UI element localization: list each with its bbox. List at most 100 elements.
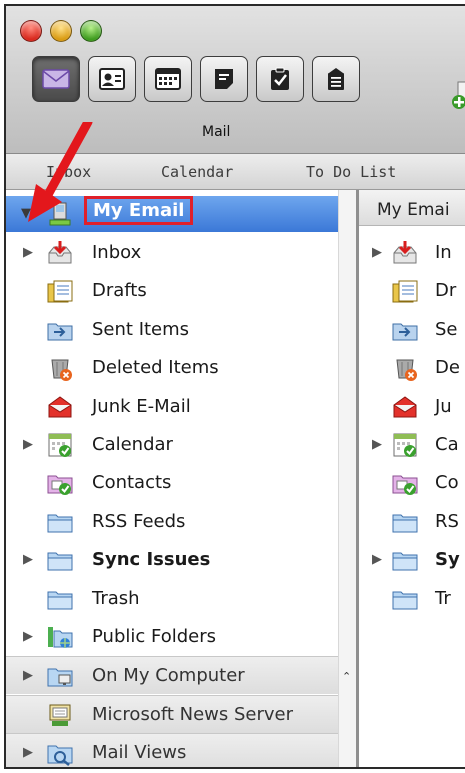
address-book-view-button[interactable]	[88, 56, 136, 102]
content-item-label: Dr	[435, 280, 457, 301]
calendar-view-button[interactable]	[144, 56, 192, 102]
news-server-icon	[46, 701, 74, 729]
folder-public-folders[interactable]: ▶ Public Folders	[6, 618, 338, 656]
mail-views-icon	[46, 739, 74, 767]
zoom-window-button[interactable]	[80, 20, 102, 42]
folder-icon	[46, 585, 74, 613]
disclosure-closed-icon[interactable]: ▶	[369, 437, 385, 452]
calendar-folder-icon	[46, 431, 74, 459]
inbox-icon	[391, 239, 419, 267]
content-item-label: Sy	[435, 549, 460, 570]
disclosure-closed-icon[interactable]: ▶	[20, 745, 36, 760]
folder-label: Sync Issues	[92, 549, 211, 570]
section-on-my-computer[interactable]: ▶ On My Computer	[6, 656, 338, 694]
folder-calendar[interactable]: ▶ Calendar	[6, 426, 338, 464]
address-book-icon	[99, 68, 125, 90]
drafts-icon	[391, 277, 419, 305]
junk-mail-icon	[391, 393, 419, 421]
sent-items-icon	[46, 316, 74, 344]
content-item-10[interactable]: Tr	[359, 580, 465, 618]
folder-icon	[46, 546, 74, 574]
deleted-items-icon	[46, 354, 74, 382]
content-item-6[interactable]: ▶ Ca	[359, 426, 465, 464]
mail-icon	[42, 69, 70, 89]
folder-sync-issues[interactable]: ▶ Sync Issues	[6, 541, 338, 579]
content-item-5[interactable]: Ju	[359, 388, 465, 426]
junk-mail-icon	[46, 393, 74, 421]
contacts-folder-icon	[46, 469, 74, 497]
content-item-2[interactable]: Dr	[359, 272, 465, 310]
content-item-1[interactable]: ▶ In	[359, 234, 465, 272]
content-item-4[interactable]: De	[359, 349, 465, 387]
disclosure-closed-icon[interactable]: ▶	[20, 668, 36, 683]
sent-items-icon	[391, 316, 419, 344]
public-folders-icon	[46, 623, 74, 651]
calendar-icon	[155, 68, 181, 90]
folder-label: Deleted Items	[92, 357, 219, 378]
content-item-label: Co	[435, 472, 459, 493]
section-mail-views[interactable]: ▶ Mail Views	[6, 733, 338, 767]
folder-label: Contacts	[92, 472, 172, 493]
tasks-view-button[interactable]	[256, 56, 304, 102]
section-label: Mail Views	[92, 742, 187, 763]
folder-label: RSS Feeds	[92, 511, 186, 532]
notes-view-button[interactable]	[200, 56, 248, 102]
folder-label: Sent Items	[92, 319, 190, 340]
inbox-icon	[46, 239, 74, 267]
folder-label: Public Folders	[92, 626, 216, 647]
annotation-arrow-icon	[28, 122, 93, 222]
scroll-up-arrow-icon[interactable]: ⌃	[342, 670, 351, 683]
content-item-label: RS	[435, 511, 459, 532]
notes-icon	[215, 69, 233, 89]
folder-trash[interactable]: Trash	[6, 580, 338, 618]
contacts-folder-icon	[391, 469, 419, 497]
content-pane: My Emai ▶ In Dr Se De Ju ▶ Ca Co RS ▶ Sy Tr	[359, 190, 465, 767]
drafts-icon	[46, 277, 74, 305]
folder-deleted-items[interactable]: Deleted Items	[6, 349, 338, 387]
mail-view-button[interactable]	[32, 56, 80, 102]
folder-label: Drafts	[92, 280, 147, 301]
disclosure-closed-icon[interactable]: ▶	[20, 629, 36, 644]
folder-icon	[46, 508, 74, 536]
content-item-9[interactable]: ▶ Sy	[359, 541, 465, 579]
computer-folder-icon	[46, 662, 74, 690]
folder-icon	[391, 508, 419, 536]
content-item-label: Ju	[435, 396, 452, 417]
folder-junk-e-mail[interactable]: Junk E-Mail	[6, 388, 338, 426]
folder-inbox[interactable]: ▶ Inbox	[6, 234, 338, 272]
content-item-8[interactable]: RS	[359, 503, 465, 541]
folder-sent-items[interactable]: Sent Items	[6, 311, 338, 349]
tab-calendar[interactable]: Calendar	[161, 163, 233, 181]
active-view-label: Mail	[202, 124, 231, 140]
content-item-label: Tr	[435, 588, 451, 609]
disclosure-closed-icon[interactable]: ▶	[20, 245, 36, 260]
view-switcher	[32, 56, 360, 102]
folder-icon	[391, 546, 419, 574]
minimize-window-button[interactable]	[50, 20, 72, 42]
folder-icon	[391, 585, 419, 613]
section-label: On My Computer	[92, 665, 245, 686]
folder-label: Inbox	[92, 242, 142, 263]
folder-rss-feeds[interactable]: RSS Feeds	[6, 503, 338, 541]
folder-label: Junk E-Mail	[92, 396, 191, 417]
project-center-view-button[interactable]	[312, 56, 360, 102]
disclosure-closed-icon[interactable]: ▶	[369, 552, 385, 567]
content-item-label: De	[435, 357, 460, 378]
section-microsoft-news-server[interactable]: Microsoft News Server	[6, 695, 338, 733]
disclosure-closed-icon[interactable]: ▶	[20, 552, 36, 567]
folder-contacts[interactable]: Contacts	[6, 464, 338, 502]
project-gallery-icon	[328, 68, 344, 90]
content-item-7[interactable]: Co	[359, 464, 465, 502]
content-item-3[interactable]: Se	[359, 311, 465, 349]
disclosure-closed-icon[interactable]: ▶	[369, 245, 385, 260]
window-controls	[20, 20, 102, 42]
content-pane-header: My Emai	[359, 190, 465, 226]
tab-to-do-list[interactable]: To Do List	[306, 163, 396, 181]
folder-drafts[interactable]: Drafts	[6, 272, 338, 310]
new-item-icon[interactable]	[450, 80, 465, 116]
folder-label: Trash	[92, 588, 140, 609]
close-window-button[interactable]	[20, 20, 42, 42]
content-item-label: Ca	[435, 434, 459, 455]
disclosure-closed-icon[interactable]: ▶	[20, 437, 36, 452]
content-item-label: In	[435, 242, 452, 263]
